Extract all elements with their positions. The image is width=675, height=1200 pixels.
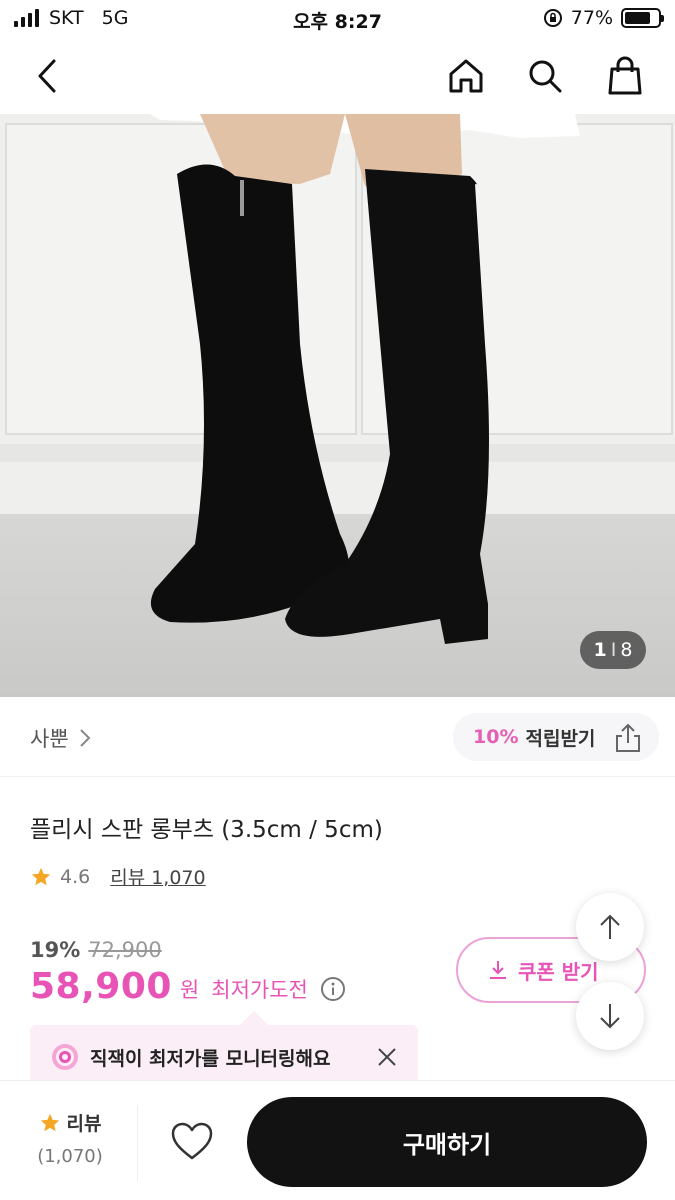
arrow-up-icon — [600, 914, 620, 939]
close-icon[interactable] — [376, 1046, 398, 1068]
currency-label: 원 — [179, 977, 200, 1002]
discount-rate: 19% — [30, 938, 81, 962]
star-icon — [40, 1113, 59, 1131]
back-button[interactable] — [26, 54, 70, 98]
chevron-right-icon — [79, 729, 91, 747]
monitor-tip-text: 직잭이 최저가를 모니터링해요 — [90, 1047, 331, 1070]
points-button[interactable]: 10% 적립받기 — [453, 713, 659, 761]
rating-row: 4.6 리뷰 1,070 — [30, 863, 206, 890]
image-page-indicator: 1 I 8 — [580, 631, 646, 669]
brand-name: 사뿐 — [30, 727, 69, 751]
arrow-down-icon — [600, 1004, 620, 1029]
status-right: 77% — [543, 7, 664, 29]
current-page: 1 — [593, 639, 607, 661]
brand-row: 사뿐 10% 적립받기 — [0, 697, 675, 777]
battery-percent: 77% — [570, 7, 613, 29]
nav-bar — [0, 38, 675, 114]
total-pages: 8 — [620, 639, 633, 661]
boots-photo — [0, 114, 675, 697]
rating-score: 4.6 — [60, 865, 91, 888]
discount-row: 19% 72,900 — [30, 938, 162, 962]
shopping-bag-icon — [608, 56, 642, 95]
search-icon — [529, 60, 562, 93]
home-icon — [449, 59, 483, 93]
search-button[interactable] — [523, 54, 567, 98]
divider — [137, 1105, 138, 1181]
info-icon[interactable] — [320, 976, 346, 1002]
original-price: 72,900 — [88, 938, 162, 962]
bottom-action-bar: 리뷰 (1,070) 구매하기 — [0, 1080, 675, 1200]
points-label: 적립받기 — [525, 727, 596, 750]
review-summary[interactable]: 리뷰 (1,070) — [30, 1109, 110, 1167]
review-count: (1,070) — [37, 1146, 103, 1167]
coupon-label: 쿠폰 받기 — [518, 959, 599, 984]
sale-price: 58,900 — [30, 966, 172, 1007]
cart-button[interactable] — [603, 54, 647, 98]
price-row: 58,900 원 최저가도전 — [30, 966, 346, 1007]
points-rate: 10% — [473, 726, 519, 748]
back-arrow-icon — [38, 59, 56, 93]
battery-icon — [621, 8, 664, 28]
share-icon[interactable] — [613, 722, 643, 754]
scroll-up-button[interactable] — [576, 893, 644, 961]
heart-icon[interactable] — [170, 1121, 214, 1161]
price-challenge-label: 최저가도전 — [211, 977, 308, 1002]
home-button[interactable] — [444, 54, 488, 98]
scroll-down-button[interactable] — [576, 982, 644, 1050]
brand-link[interactable]: 사뿐 — [30, 723, 91, 753]
orientation-lock-icon — [543, 9, 562, 27]
monitor-icon — [52, 1044, 78, 1070]
download-icon — [490, 961, 506, 979]
review-label: 리뷰 — [66, 1113, 102, 1135]
product-title: 플리시 스판 롱부츠 (3.5cm / 5cm) — [30, 817, 383, 843]
product-image[interactable]: 1 I 8 — [0, 114, 675, 697]
star-icon — [31, 867, 51, 885]
status-bar: SKT 5G 오후 8:27 77% — [0, 0, 675, 38]
buy-button[interactable]: 구매하기 — [247, 1097, 647, 1187]
review-link[interactable]: 리뷰 1,070 — [110, 863, 205, 890]
page-separator: I — [610, 639, 617, 661]
